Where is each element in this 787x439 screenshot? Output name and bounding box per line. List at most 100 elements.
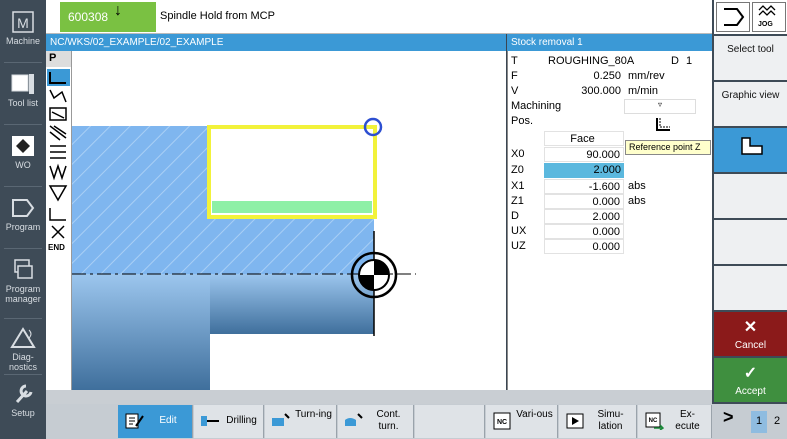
wrench-icon [15, 384, 33, 404]
page-switcher: > 1 2 [713, 405, 787, 438]
svg-text:NC: NC [649, 418, 658, 424]
sidebar-item-tool-list[interactable]: Tool list [0, 66, 46, 126]
machine-icon: M [12, 11, 34, 33]
param-label: D [671, 55, 679, 67]
x0-field[interactable]: 90.000 [544, 147, 624, 162]
select-tool-button[interactable]: Select tool [714, 36, 787, 80]
param-label: Pos. [511, 115, 534, 127]
contour-turning-button[interactable]: Cont. turn. [338, 405, 414, 438]
graphic-view-button[interactable]: Graphic view [714, 82, 787, 126]
x1-field[interactable]: -1.600 [544, 179, 624, 194]
program-path: NC/WKS/02_EXAMPLE/02_EXAMPLE [46, 34, 506, 51]
sidebar-divider [4, 248, 42, 249]
vertical-softkeys: Select tool Graphic view ✕ Cancel ✓ Acce… [712, 34, 787, 405]
reference-point-button[interactable] [714, 128, 787, 172]
param-label: F [511, 70, 518, 82]
zero-point-icon [350, 251, 398, 299]
check-icon: ✓ [743, 365, 758, 382]
uz-field[interactable]: 0.000 [544, 239, 624, 254]
cutting-edge-field[interactable]: 1 [686, 55, 692, 67]
sidebar-item-program[interactable]: Program [0, 190, 46, 250]
param-unit[interactable]: abs [628, 180, 646, 192]
contour-turning-label: Cont. turn. [376, 409, 401, 432]
groove-cycle-icon [49, 89, 67, 103]
plunge-cycle-icon [48, 185, 68, 202]
more-keys-arrow[interactable]: > [723, 408, 734, 426]
param-unit[interactable]: abs [628, 195, 646, 207]
param-label: Z0 [511, 164, 524, 176]
shaft-chuck-side [72, 274, 210, 390]
jog-mode-button[interactable]: JOG [752, 2, 786, 32]
sidebar-item-label: Program [5, 222, 41, 232]
turning-label: Turn-ing [295, 409, 332, 420]
sidebar-item-label: Diag-nostics [8, 352, 37, 372]
drilling-button[interactable]: Drilling [194, 405, 264, 438]
graphic-view [46, 51, 506, 390]
empty-softkey[interactable] [415, 405, 485, 438]
sidebar-item-wo[interactable]: WO [0, 128, 46, 188]
z1-field[interactable]: 0.000 [544, 194, 624, 209]
execute-label: Ex-ecute [675, 409, 700, 432]
left-sidebar: M Machine Tool list WO Program Program m… [0, 0, 46, 439]
sidebar-divider [4, 124, 42, 125]
machining-dropdown[interactable]: ▿ [624, 99, 696, 114]
close-icon: ✕ [743, 319, 758, 336]
param-row-machining: Machining ▿ [508, 99, 713, 114]
channel-switch-button[interactable] [716, 2, 750, 32]
param-row-x1: X1 -1.600 abs [508, 179, 713, 194]
page-1-button[interactable]: 1 [751, 411, 767, 433]
sidebar-divider [4, 62, 42, 63]
graphic-status-strip [46, 390, 712, 404]
param-row-f: F 0.250 mm/rev [508, 69, 713, 84]
page-2-button[interactable]: 2 [769, 411, 785, 433]
infeed-depth-field[interactable]: 2.000 [544, 209, 624, 224]
cancel-button[interactable]: ✕ Cancel [714, 312, 787, 356]
turning-button[interactable]: Turn-ing [265, 405, 337, 438]
sidebar-item-diagnostics[interactable]: Diag-nostics [0, 320, 46, 380]
empty-softkey[interactable] [714, 266, 787, 310]
alarm-text: Spindle Hold from MCP [160, 10, 275, 22]
contour-turning-icon [345, 413, 363, 426]
ux-field[interactable]: 0.000 [544, 224, 624, 239]
accept-button[interactable]: ✓ Accept [714, 358, 787, 402]
jog-label: JOG [758, 21, 773, 28]
program-header-cell: P [46, 51, 71, 67]
feed-field[interactable]: 0.250 [544, 69, 624, 84]
cycle-title: Stock removal 1 [507, 34, 712, 51]
simulation-label: Simu-lation [597, 409, 624, 432]
machining-strategy-column: P END [46, 51, 72, 390]
various-button[interactable]: NC Vari-ous [486, 405, 558, 438]
svg-text:M: M [17, 15, 29, 31]
z0-field[interactable]: 2.000 [544, 163, 624, 178]
sidebar-item-setup[interactable]: Setup [0, 376, 46, 436]
machining-direction-field[interactable]: Face [544, 131, 624, 146]
empty-softkey[interactable] [714, 174, 787, 218]
simulation-button[interactable]: Simu-lation [559, 405, 637, 438]
svg-text:NC: NC [497, 419, 507, 426]
param-label: T [511, 55, 518, 67]
param-row-z1: Z1 0.000 abs [508, 194, 713, 209]
sidebar-divider [4, 186, 42, 187]
sidebar-item-machine[interactable]: M Machine [0, 4, 46, 64]
sidebar-item-label: Setup [11, 408, 35, 418]
alarm-number[interactable]: 600308 [60, 2, 156, 32]
sidebar-item-label: Program manager [5, 284, 41, 304]
param-row-ux: UX 0.000 [508, 224, 713, 239]
program-arrow-icon [724, 8, 745, 26]
reference-point-tooltip: Reference point Z [625, 140, 711, 155]
edit-button[interactable]: Edit [118, 405, 193, 438]
sidebar-item-program-manager[interactable]: Program manager [0, 252, 46, 312]
execute-button[interactable]: NC Ex-ecute [638, 405, 712, 438]
zigzag-cycle-icon [49, 163, 67, 181]
param-unit: m/min [628, 85, 658, 97]
cutting-speed-field[interactable]: 300.000 [544, 84, 624, 99]
drilling-icon [201, 416, 219, 426]
program-icon [12, 199, 35, 217]
thread-cycle-icon [49, 125, 67, 141]
tool-name-field[interactable]: ROUGHING_80A [544, 54, 664, 69]
param-label: V [511, 85, 519, 97]
empty-softkey[interactable] [714, 220, 787, 264]
sidebar-item-label: Tool list [7, 98, 38, 108]
param-label: UZ [511, 240, 526, 252]
param-label: Machining [511, 100, 562, 112]
